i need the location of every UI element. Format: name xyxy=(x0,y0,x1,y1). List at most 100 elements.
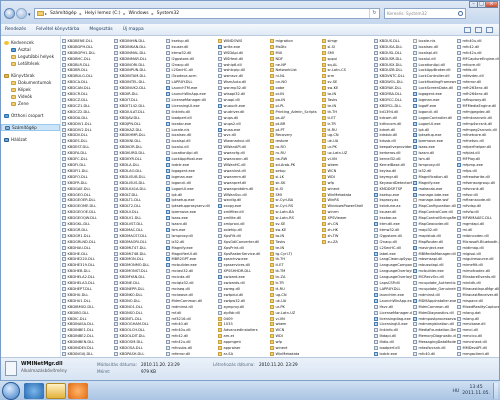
breadcrumb-system32[interactable]: System32 xyxy=(154,11,183,16)
internet-explorer-icon[interactable] xyxy=(24,383,44,399)
share-menu[interactable]: Megosztás xyxy=(89,27,112,32)
nav-network[interactable]: Hálózat xyxy=(1,136,60,143)
file-name: LocationApi.dll xyxy=(171,151,198,156)
breadcrumb-computer[interactable]: Számítógép xyxy=(47,11,80,16)
file-name: wwaninst.dll xyxy=(223,168,246,173)
nav-pictures[interactable]: Képek xyxy=(1,86,60,93)
file-name: lpk.dll xyxy=(418,127,430,132)
file-name: mfnetsrc.dll xyxy=(462,139,484,144)
breadcrumb-drive[interactable]: Helyi lemez (C:) xyxy=(82,11,124,16)
folder-icon xyxy=(270,180,274,185)
address-bar[interactable]: ▸ Számítógép ▸ Helyi lemez (C:) ▸ Window… xyxy=(34,8,380,19)
search-icon[interactable] xyxy=(458,11,463,16)
organize-menu[interactable]: Rendezés xyxy=(5,27,26,32)
close-button[interactable]: × xyxy=(485,1,498,8)
file-icon xyxy=(114,328,118,333)
nav-libraries[interactable]: Könyvtárak xyxy=(1,72,60,79)
start-button[interactable] xyxy=(2,382,20,400)
language-indicator[interactable]: HU xyxy=(453,389,460,394)
nav-documents[interactable]: Dokumentumok xyxy=(1,79,60,86)
preview-pane-icon[interactable] xyxy=(475,26,482,33)
file-name: zh-HK xyxy=(327,227,339,232)
file-name: KBDUSA.DLL xyxy=(379,44,403,49)
view-options-icon[interactable] xyxy=(464,26,471,33)
nav-desktop[interactable]: Asztal xyxy=(1,46,60,53)
command-bar: Rendezés Felvétel könyvtárba Megosztás Ú… xyxy=(1,24,499,36)
file-icon xyxy=(413,98,417,103)
file-icon xyxy=(457,316,461,321)
file-name: KBDMONMO.DLL xyxy=(119,263,150,268)
folder-icon xyxy=(270,115,274,120)
file-icon xyxy=(62,74,66,79)
show-desktop-button[interactable] xyxy=(493,383,498,399)
search-input[interactable]: Keresés: System32 xyxy=(384,8,466,19)
file-icon xyxy=(114,334,118,339)
file-name: xolehlp.dll xyxy=(223,227,242,232)
file-name: mcupdate_AuthenticAMD.dll xyxy=(418,281,457,286)
file-icon xyxy=(62,269,66,274)
nav-computer[interactable]: Számítógép xyxy=(1,124,60,131)
file-icon xyxy=(166,68,170,73)
nav-videos[interactable]: Videók xyxy=(1,93,60,100)
file-name: manage-bde.wsf xyxy=(418,198,449,203)
file-name: LogonUI.exe xyxy=(171,186,194,191)
file-name: KBDYBA.DLL xyxy=(379,92,402,97)
file-name: KBDLV.DLL xyxy=(119,210,139,215)
file-icon xyxy=(218,74,222,79)
windows-explorer-icon[interactable] xyxy=(46,383,66,399)
nav-homegroup[interactable]: Otthoni csoport xyxy=(1,112,60,119)
file-item[interactable]: zu-ZA xyxy=(322,239,373,245)
file-name: mlang.dll xyxy=(462,316,480,321)
file-icon xyxy=(166,103,170,108)
nav-downloads[interactable]: Letöltések xyxy=(1,60,60,67)
folder-icon xyxy=(322,151,326,156)
nav-recent-places[interactable]: Legutóbbi helyek xyxy=(1,53,60,60)
file-name: MediaFoundation.DefaultPerceptionProvide… xyxy=(418,328,457,333)
folder-icon xyxy=(218,340,222,345)
nav-music[interactable]: Zene xyxy=(1,100,60,107)
file-icon xyxy=(62,227,66,232)
file-icon xyxy=(166,139,170,144)
file-icon xyxy=(62,257,66,262)
include-in-library-menu[interactable]: Felvétel könyvtárba xyxy=(36,27,79,32)
file-icon xyxy=(413,346,417,351)
file-icon xyxy=(413,62,417,67)
file-name: mfvfw.dll xyxy=(462,210,479,215)
folder-icon xyxy=(322,168,326,173)
back-button[interactable]: ‹ xyxy=(4,8,15,19)
file-name: Locale.nls xyxy=(171,127,190,132)
nav-favorites[interactable]: Kedvencek xyxy=(1,39,60,46)
file-icon xyxy=(413,328,417,333)
file-icon xyxy=(374,227,378,232)
file-icon xyxy=(62,251,66,256)
file-icon xyxy=(457,50,461,55)
recent-pages-dropdown-icon[interactable]: ▾ xyxy=(28,12,31,18)
file-name: mcbuilder.exe xyxy=(418,269,444,274)
file-name: wwanprotdim.dll xyxy=(223,186,254,191)
file-column: mfc40u.dll mfc42.dll mfc42u.dll MFCaptureEn… xyxy=(457,38,499,357)
file-name: KBDHAU.DLL xyxy=(67,245,91,250)
clock[interactable]: 13:45 2011.11.05. xyxy=(462,385,490,397)
file-name: MdmDiagnostics.dll xyxy=(418,310,454,315)
file-icon xyxy=(62,38,66,43)
file-name: wzcdlg.dll xyxy=(223,198,242,203)
breadcrumb-windows[interactable]: Windows xyxy=(126,11,152,16)
file-name: KBDINTEL.DLL xyxy=(119,80,146,85)
folder-icon xyxy=(270,198,274,203)
folder-icon xyxy=(322,68,326,73)
media-player-icon[interactable] xyxy=(68,383,88,399)
file-name: KBDFI.DLL xyxy=(67,162,87,167)
file-icon xyxy=(166,275,170,280)
help-icon[interactable] xyxy=(486,26,493,33)
forward-button[interactable]: › xyxy=(16,8,27,19)
file-icon xyxy=(114,157,118,162)
file-name: tg-Cyrl-TJ xyxy=(275,251,292,256)
folder-icon xyxy=(322,198,326,203)
file-name: migisol.dll xyxy=(462,251,481,256)
new-folder-button[interactable]: Új mappa xyxy=(123,27,144,32)
file-icon xyxy=(413,227,417,232)
file-name: KBDFA.DLL xyxy=(67,151,88,156)
file-name: KBDFO.DLL xyxy=(67,174,88,179)
file-icon xyxy=(114,245,118,250)
refresh-icon[interactable]: ↻ xyxy=(369,9,379,18)
